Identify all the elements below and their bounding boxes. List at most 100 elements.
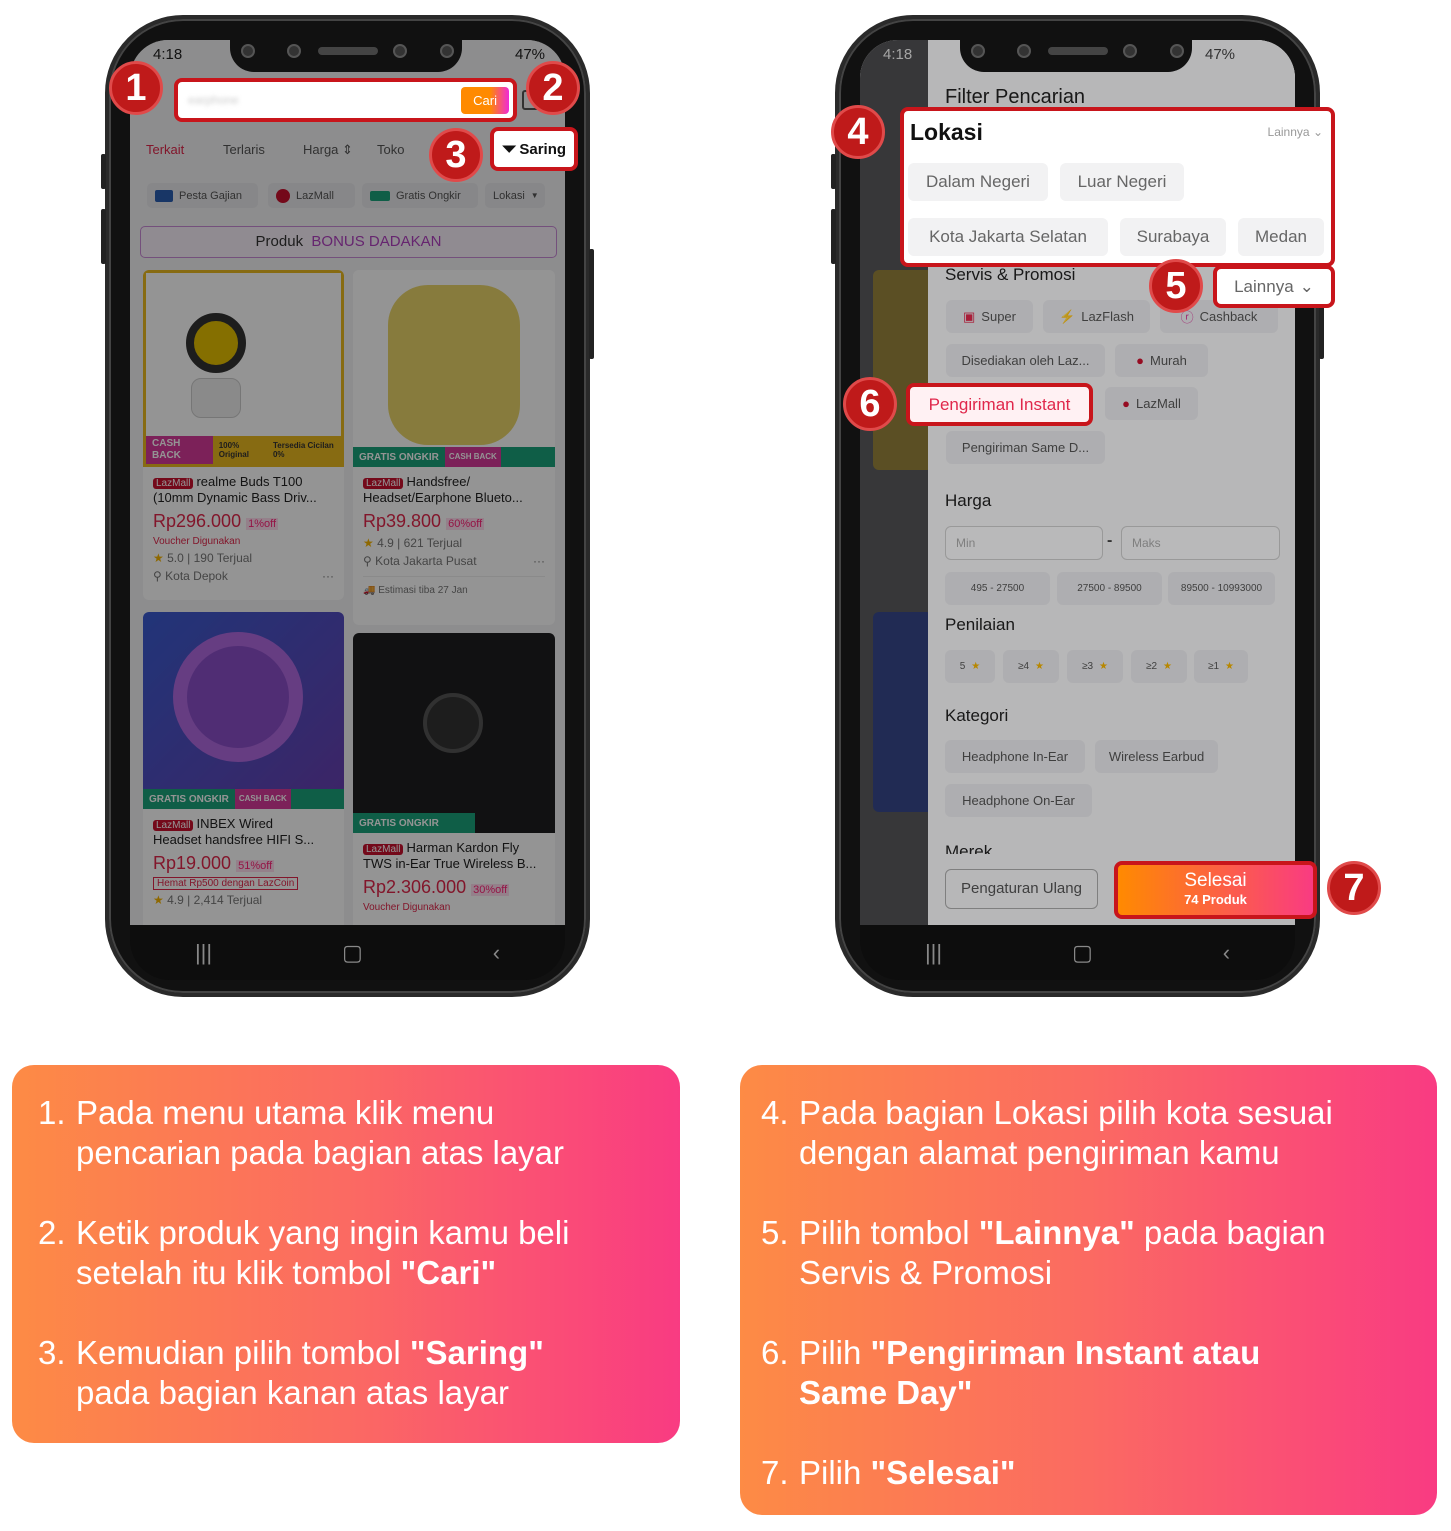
option-lazflash[interactable]: ⚡ LazFlash — [1043, 300, 1150, 333]
chevron-down-icon: ⌄ — [1312, 125, 1323, 139]
star-icon: ★ — [1225, 661, 1235, 672]
product-image: GRATIS ONGKIR CASH BACK — [143, 612, 344, 809]
pesta-gajian-icon — [155, 189, 173, 202]
saring-label: Saring — [519, 140, 567, 158]
category-option[interactable]: Wireless Earbud — [1095, 740, 1218, 773]
product-price: Rp2.306.000 30%off — [353, 871, 555, 898]
location: Kota Jakarta Pusat — [375, 554, 477, 568]
tab-harga-label: Harga — [303, 142, 339, 157]
chip-gratis-ongkir[interactable]: Gratis Ongkir — [362, 183, 478, 208]
lightning-icon: ⚡ — [1059, 308, 1076, 324]
price-range-option[interactable]: 89500 - 10993000 — [1168, 572, 1275, 605]
step-number: 6. — [761, 1334, 789, 1371]
step-text: pada bagian kanan atas layar — [76, 1374, 509, 1411]
option-lazmall[interactable]: ● LazMall — [1105, 387, 1198, 420]
product-card[interactable]: GRATIS ONGKIR CASH BACK LazMall Handsfree/… — [353, 270, 555, 625]
sensor-icon — [440, 44, 454, 58]
step-bold: "Saring" — [409, 1334, 544, 1371]
tab-terkait[interactable]: Terkait — [146, 142, 184, 157]
saring-button[interactable]: ⏷ Saring — [490, 127, 578, 171]
option-pengiriman-instant[interactable]: Pengiriman Instant — [906, 383, 1093, 426]
price-max-input[interactable]: Maks — [1121, 526, 1280, 560]
truck-icon — [370, 190, 390, 201]
chip-pesta-gajian[interactable]: Pesta Gajian — [147, 183, 258, 208]
rating-label: 5 — [959, 661, 966, 672]
lokasi-option[interactable]: Luar Negeri — [1060, 163, 1184, 201]
status-time: 4:18 — [153, 46, 183, 63]
option-murah[interactable]: ● Murah — [1115, 344, 1208, 377]
android-nav-bar: ||| ▢ ‹ — [130, 925, 565, 980]
star-icon: ★ — [1163, 661, 1173, 672]
option-super[interactable]: ▣ Super — [946, 300, 1033, 333]
price-range-option[interactable]: 27500 - 89500 — [1057, 572, 1162, 605]
step-text: Ketik produk yang ingin kamu beli — [76, 1214, 570, 1251]
status-battery: 47% — [515, 46, 546, 63]
speaker-icon — [318, 47, 378, 55]
home-icon[interactable]: ▢ — [342, 940, 363, 966]
chip-lazmall[interactable]: LazMall — [268, 183, 355, 208]
step-marker-3: 3 — [429, 128, 483, 182]
back-nav-icon[interactable]: ‹ — [1223, 940, 1230, 966]
title-line2: TWS in-Ear True Wireless B... — [363, 856, 537, 871]
instructions-right: 4. Pada bagian Lokasi pilih kota sesuai … — [740, 1065, 1437, 1515]
title-line2: (10mm Dynamic Bass Driv... — [153, 490, 317, 505]
lokasi-option[interactable]: Surabaya — [1120, 218, 1226, 256]
product-card[interactable]: CASH BACK 100% Original Tersedia Cicilan 0… — [143, 270, 344, 600]
more-icon[interactable]: ··· — [533, 554, 545, 568]
harga-title: Harga — [945, 491, 992, 510]
search-value: earphone — [188, 93, 239, 107]
lokasi-option[interactable]: Medan — [1238, 218, 1324, 256]
option-label: LazFlash — [1081, 309, 1134, 324]
step-number: 5. — [761, 1214, 789, 1251]
rating-option[interactable]: ≥4 ★ — [1003, 650, 1059, 683]
lokasi-title: Lokasi — [910, 119, 983, 145]
recent-apps-icon[interactable]: ||| — [195, 940, 212, 966]
cari-button[interactable]: Cari — [461, 86, 509, 114]
price-min-input[interactable]: Min — [945, 526, 1103, 560]
rating-option[interactable]: ≥2 ★ — [1131, 650, 1187, 683]
lokasi-option[interactable]: Kota Jakarta Selatan — [908, 218, 1108, 256]
step-bold: "Pengiriman Instant atau — [870, 1334, 1261, 1371]
servis-more-button[interactable]: Lainnya ⌄ — [1213, 265, 1335, 308]
option-same-day[interactable]: Pengiriman Same D... — [946, 431, 1105, 464]
rating-option[interactable]: ≥1 ★ — [1194, 650, 1248, 683]
selesai-button[interactable]: Selesai 74 Produk — [1114, 861, 1317, 919]
step-bold: "Cari" — [400, 1254, 497, 1291]
product-image: CASH BACK 100% Original Tersedia Cicilan 0… — [143, 270, 344, 467]
lokasi-more-button[interactable]: Lainnya ⌄ — [1268, 125, 1323, 139]
price-range-option[interactable]: 495 - 27500 — [945, 572, 1050, 605]
category-option[interactable]: Headphone On-Ear — [945, 784, 1092, 817]
recent-apps-icon[interactable]: ||| — [925, 940, 942, 966]
option-disediakan[interactable]: Disediakan oleh Laz... — [946, 344, 1105, 377]
step-marker-1: 1 — [109, 61, 163, 115]
more-icon[interactable]: ··· — [322, 569, 334, 583]
tab-toko[interactable]: Toko — [377, 142, 404, 157]
chip-lokasi[interactable]: Lokasi ▼ — [485, 183, 545, 208]
sensor-icon — [1170, 44, 1184, 58]
promo-banner[interactable]: Produk BONUS DADAKAN — [140, 226, 557, 258]
title-line2: Headset/Earphone Blueto... — [363, 490, 523, 505]
sold-count: 621 Terjual — [403, 536, 463, 550]
discount: 30%off — [471, 884, 510, 896]
tab-harga[interactable]: Harga ⇕ — [303, 142, 353, 158]
rating-label: ≥4 — [1017, 661, 1030, 672]
back-nav-icon[interactable]: ‹ — [493, 940, 500, 966]
search-input[interactable]: earphone Cari — [174, 78, 517, 122]
option-label: Pengiriman Same D... — [961, 440, 1090, 455]
step-text: Pilih tombol — [799, 1214, 979, 1251]
status-battery: 47% — [1205, 46, 1236, 63]
rating: 4.9 — [167, 893, 184, 907]
rating-option[interactable]: ≥3 ★ — [1067, 650, 1123, 683]
product-card[interactable]: GRATIS ONGKIR LazMall Harman Kardon Fly TW… — [353, 633, 555, 925]
step-marker-5: 5 — [1149, 259, 1203, 313]
selesai-label: Selesai — [1184, 870, 1247, 891]
lokasi-option[interactable]: Dalam Negeri — [908, 163, 1048, 201]
tab-terlaris[interactable]: Terlaris — [223, 142, 265, 157]
product-price: Rp296.000 1%off — [143, 505, 344, 532]
rating-option[interactable]: 5 ★ — [945, 650, 995, 683]
reset-button[interactable]: Pengaturan Ulang — [945, 869, 1098, 909]
voucher-note: Voucher Digunakan — [363, 902, 451, 913]
home-icon[interactable]: ▢ — [1072, 940, 1093, 966]
category-option[interactable]: Headphone In-Ear — [945, 740, 1085, 773]
product-card[interactable]: GRATIS ONGKIR CASH BACK LazMall INBEX Wire… — [143, 612, 344, 925]
